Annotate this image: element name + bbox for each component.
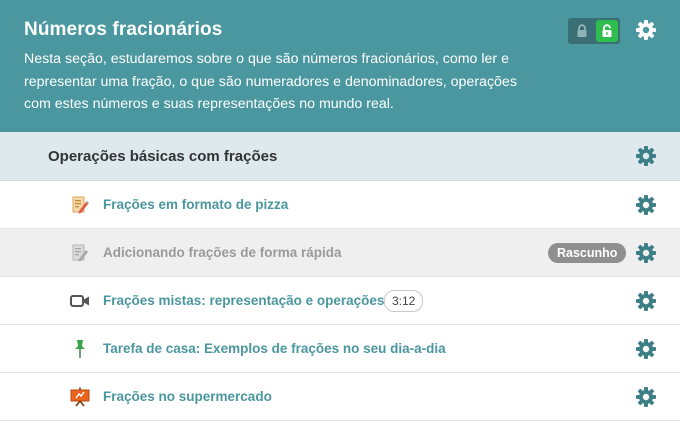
lock-open-icon[interactable] <box>596 20 618 42</box>
content-item-title[interactable]: Frações em formato de pizza <box>103 197 288 212</box>
content-item-title[interactable]: Tarefa de casa: Exemplos de frações no s… <box>103 341 446 356</box>
lock-closed-icon[interactable] <box>571 21 593 41</box>
section-header-title: Números fracionários <box>24 19 223 40</box>
item-settings-gear-icon[interactable] <box>635 194 657 216</box>
item-settings-gear-icon[interactable] <box>635 242 657 264</box>
section-header-description: Nesta seção, estudaremos sobre o que são… <box>24 51 517 112</box>
content-item-title[interactable]: Adicionando frações de forma rápida <box>103 245 342 260</box>
content-item-title[interactable]: Frações mistas: representação e operaçõe… <box>103 293 384 308</box>
item-settings-gear-icon[interactable] <box>635 386 657 408</box>
section-header: Números fracionários Nesta seção, estuda… <box>0 0 680 132</box>
page-pencil-icon <box>70 195 90 215</box>
subsection-row[interactable]: Operações básicas com frações <box>0 132 680 181</box>
section-settings-gear-icon[interactable] <box>635 19 657 41</box>
presentation-icon <box>70 387 90 407</box>
video-duration-badge: 3:12 <box>384 290 424 312</box>
content-item[interactable]: Tarefa de casa: Exemplos de frações no s… <box>0 325 680 373</box>
content-item[interactable]: Frações mistas: representação e operaçõe… <box>0 277 680 325</box>
item-settings-gear-icon[interactable] <box>635 290 657 312</box>
video-camera-icon <box>70 291 90 311</box>
content-item-title[interactable]: Frações no supermercado <box>103 389 272 404</box>
lock-toggle[interactable] <box>568 18 620 44</box>
content-item[interactable]: Frações em formato de pizza <box>0 181 680 229</box>
page-pencil-icon <box>70 243 90 263</box>
item-settings-gear-icon[interactable] <box>635 338 657 360</box>
content-item[interactable]: Frações no supermercado <box>0 373 680 421</box>
subsection-title: Operações básicas com frações <box>48 148 278 165</box>
draft-status-badge: Rascunho <box>548 243 627 263</box>
content-item[interactable]: Adicionando frações de forma rápida Rasc… <box>0 229 680 277</box>
pushpin-icon <box>70 339 90 359</box>
subsection-settings-gear-icon[interactable] <box>635 145 657 167</box>
